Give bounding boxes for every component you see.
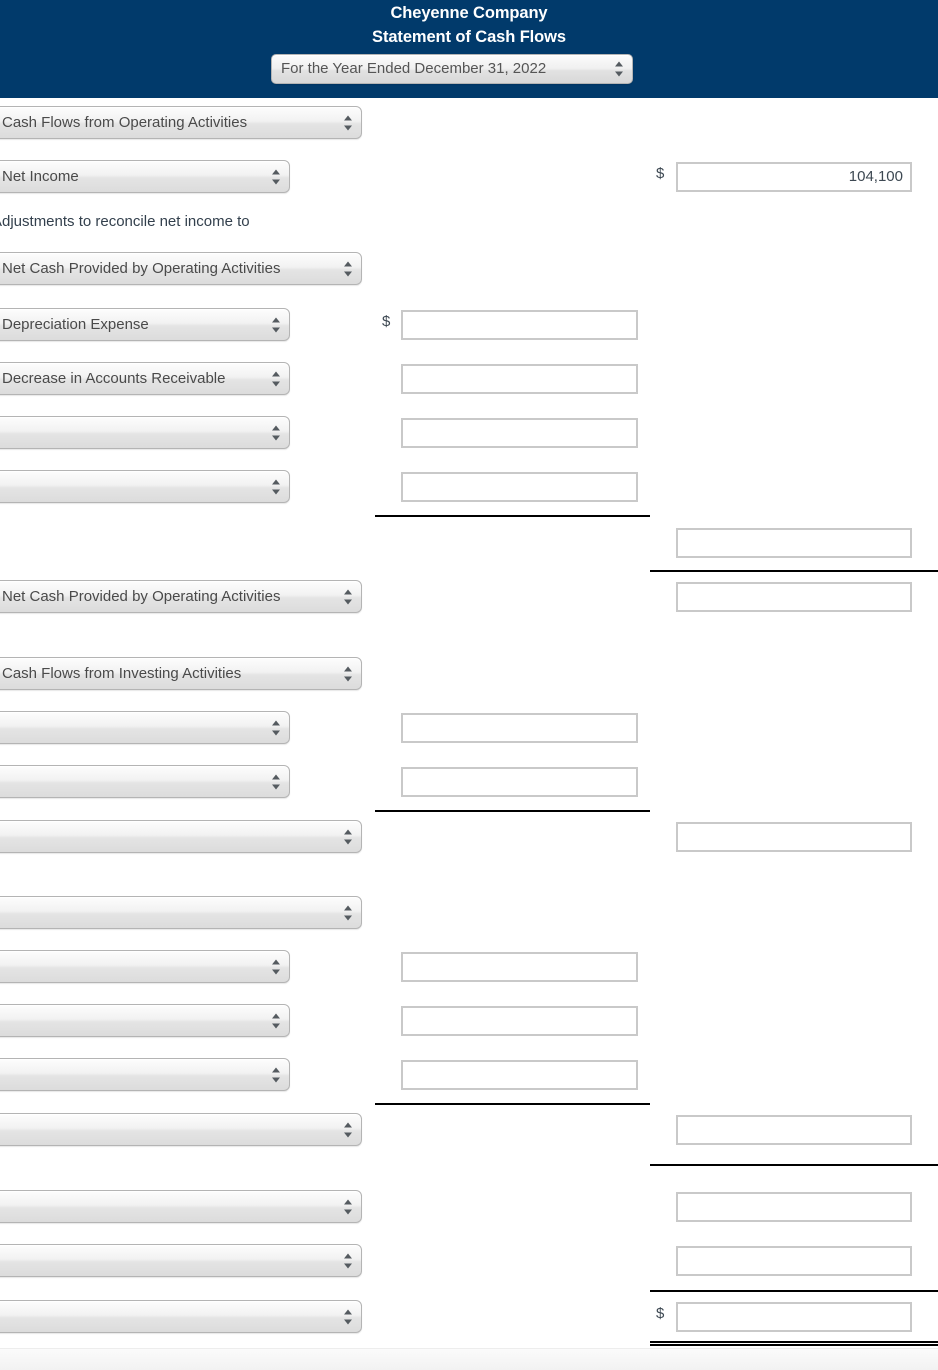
financing-blank-1-select[interactable] (0, 950, 290, 983)
updown-arrows-icon (272, 478, 281, 495)
investing-blank-1-select[interactable] (0, 711, 290, 744)
updown-arrows-icon (272, 1066, 281, 1083)
updown-arrows-icon (272, 424, 281, 441)
company-name: Cheyenne Company (390, 4, 548, 22)
financing-blank-2-mid-amount-input[interactable] (401, 1006, 638, 1036)
rule-net-change (650, 1290, 938, 1292)
statement-title: Statement of Cash Flows (372, 28, 566, 46)
cash-beginning-of-period-select[interactable] (0, 1244, 362, 1277)
adjustment-blank-2-select[interactable] (0, 470, 290, 503)
statement-header-banner: Cheyenne Company Statement of Cash Flows… (0, 0, 938, 98)
updown-arrows-icon (615, 61, 624, 78)
rule-operating-subtotal (650, 570, 938, 572)
updown-arrows-icon (344, 114, 353, 131)
net-change-in-cash-right-amount-input[interactable] (676, 1192, 912, 1222)
depreciation-expense-mid-dollar-sign: $ (382, 313, 391, 330)
net-income-right-amount-input[interactable]: 104,100 (676, 162, 912, 192)
cash-end-of-period-right-amount-input[interactable] (676, 1302, 912, 1332)
updown-arrows-icon (344, 1252, 353, 1269)
net-cash-investing-total-right-amount-input[interactable] (676, 822, 912, 852)
net-cash-investing-total-select[interactable] (0, 820, 362, 853)
adjustments-total-right-amount-input[interactable] (676, 528, 912, 558)
financing-blank-2-select[interactable] (0, 1004, 290, 1037)
updown-arrows-icon (272, 168, 281, 185)
net-cash-operating-subheader-select[interactable]: Net Cash Provided by Operating Activitie… (0, 252, 362, 285)
updown-arrows-icon (344, 588, 353, 605)
cash-end-of-period-select[interactable] (0, 1300, 362, 1333)
net-income-right-dollar-sign: $ (656, 165, 665, 182)
net-income-select[interactable]: Net Income (0, 160, 290, 193)
cash-flow-statement-page: Cheyenne Company Statement of Cash Flows… (0, 0, 938, 1370)
updown-arrows-icon (344, 828, 353, 845)
updown-arrows-icon (272, 316, 281, 333)
adjustment-blank-1-select[interactable] (0, 416, 290, 449)
net-income-label: Net Income (2, 168, 79, 185)
horizontal-scrollbar[interactable] (0, 1348, 938, 1370)
net-cash-operating-subheader-label: Net Cash Provided by Operating Activitie… (2, 260, 281, 277)
rule-adjustments-subtotal (375, 515, 650, 517)
investing-section-header-label: Cash Flows from Investing Activities (2, 665, 242, 682)
investing-blank-1-mid-amount-input[interactable] (401, 713, 638, 743)
investing-section-header-select[interactable]: Cash Flows from Investing Activities (0, 657, 362, 690)
net-cash-financing-total-select[interactable] (0, 1113, 362, 1146)
updown-arrows-icon (344, 1198, 353, 1215)
financing-blank-3-mid-amount-input[interactable] (401, 1060, 638, 1090)
cash-beginning-of-period-right-amount-input[interactable] (676, 1246, 912, 1276)
adjustment-blank-1-mid-amount-input[interactable] (401, 418, 638, 448)
rule-financing-subtotal (375, 1103, 650, 1105)
updown-arrows-icon (344, 1121, 353, 1138)
updown-arrows-icon (272, 773, 281, 790)
decrease-accounts-receivable-label: Decrease in Accounts Receivable (2, 370, 226, 387)
financing-section-header-select[interactable] (0, 896, 362, 929)
net-cash-operating-total-label: Net Cash Provided by Operating Activitie… (2, 588, 281, 605)
net-cash-operating-total-select[interactable]: Net Cash Provided by Operating Activitie… (0, 580, 362, 613)
net-change-in-cash-select[interactable] (0, 1190, 362, 1223)
depreciation-expense-mid-amount-input[interactable] (401, 310, 638, 340)
cash-end-of-period-right-dollar-sign: $ (656, 1305, 665, 1322)
rule-grand-total (650, 1341, 938, 1346)
updown-arrows-icon (272, 370, 281, 387)
decrease-accounts-receivable-mid-amount-input[interactable] (401, 364, 638, 394)
rule-financing-total (650, 1164, 938, 1166)
net-cash-financing-total-right-amount-input[interactable] (676, 1115, 912, 1145)
operating-section-header-select[interactable]: Cash Flows from Operating Activities (0, 106, 362, 139)
period-select-label: For the Year Ended December 31, 2022 (281, 60, 547, 77)
updown-arrows-icon (272, 719, 281, 736)
adjustment-blank-2-mid-amount-input[interactable] (401, 472, 638, 502)
updown-arrows-icon (272, 958, 281, 975)
depreciation-expense-select[interactable]: Depreciation Expense (0, 308, 290, 341)
depreciation-expense-label: Depreciation Expense (2, 316, 149, 333)
period-select[interactable]: For the Year Ended December 31, 2022 (271, 54, 633, 84)
net-cash-operating-total-right-amount-input[interactable] (676, 582, 912, 612)
updown-arrows-icon (344, 260, 353, 277)
investing-blank-2-select[interactable] (0, 765, 290, 798)
financing-blank-3-select[interactable] (0, 1058, 290, 1091)
updown-arrows-icon (272, 1012, 281, 1029)
updown-arrows-icon (344, 665, 353, 682)
rule-investing-subtotal (375, 810, 650, 812)
financing-blank-1-mid-amount-input[interactable] (401, 952, 638, 982)
updown-arrows-icon (344, 904, 353, 921)
decrease-accounts-receivable-select[interactable]: Decrease in Accounts Receivable (0, 362, 290, 395)
investing-blank-2-mid-amount-input[interactable] (401, 767, 638, 797)
updown-arrows-icon (344, 1308, 353, 1325)
adjustments-text: Adjustments to reconcile net income to (0, 213, 250, 230)
operating-section-header-label: Cash Flows from Operating Activities (2, 114, 248, 131)
